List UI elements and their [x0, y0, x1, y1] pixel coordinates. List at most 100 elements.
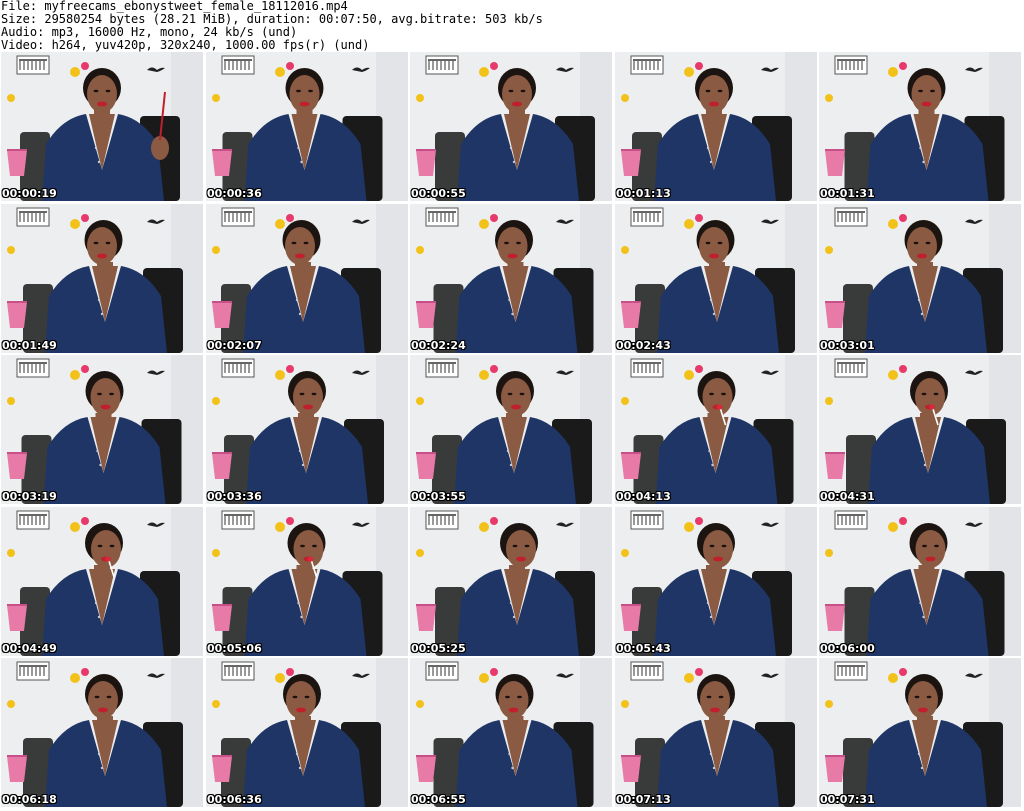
frame-timestamp: 00:06:00 — [820, 642, 875, 655]
frame-timestamp: 00:03:19 — [2, 490, 57, 503]
webcam-frame — [615, 658, 817, 807]
frame-timestamp: 00:02:43 — [616, 339, 671, 352]
pink-bin-icon — [7, 755, 27, 782]
frame-timestamp: 00:07:31 — [820, 793, 875, 806]
colosseum-sign-icon — [16, 661, 50, 681]
webcam-frame — [206, 658, 408, 807]
file-size-line: Size: 29580254 bytes (28.21 MiB), durati… — [1, 13, 543, 26]
webcam-frame — [615, 52, 817, 201]
colosseum-sign-icon — [630, 661, 664, 681]
webcam-frame — [410, 52, 612, 201]
colosseum-sign-icon — [425, 510, 459, 530]
webcam-frame — [206, 507, 408, 656]
webcam-frame — [206, 355, 408, 504]
pink-bin-icon — [825, 755, 845, 782]
frame-timestamp: 00:02:07 — [207, 339, 262, 352]
video-thumbnail: 00:06:18 — [1, 658, 203, 807]
webcam-frame — [819, 355, 1021, 504]
video-thumbnail: 00:00:36 — [206, 52, 408, 201]
video-thumbnail: 00:00:19 — [1, 52, 203, 201]
video-thumbnail: 00:07:31 — [819, 658, 1021, 807]
video-thumbnail: 00:06:36 — [206, 658, 408, 807]
webcam-frame — [410, 507, 612, 656]
audio-info-line: Audio: mp3, 16000 Hz, mono, 24 kb/s (und… — [1, 26, 298, 39]
frame-timestamp: 00:05:06 — [207, 642, 262, 655]
webcam-frame — [1, 658, 203, 807]
video-thumbnail: 00:06:55 — [410, 658, 612, 807]
frame-timestamp: 00:06:55 — [411, 793, 466, 806]
webcam-frame — [615, 204, 817, 353]
video-thumbnail: 00:03:55 — [410, 355, 612, 504]
video-thumbnail: 00:03:36 — [206, 355, 408, 504]
webcam-frame — [410, 658, 612, 807]
webcam-frame — [410, 204, 612, 353]
frame-timestamp: 00:01:49 — [2, 339, 57, 352]
video-thumbnail: 00:04:49 — [1, 507, 203, 656]
webcam-frame — [615, 355, 817, 504]
pink-bin-icon — [212, 149, 232, 176]
colosseum-sign-icon — [834, 510, 868, 530]
webcam-frame — [819, 658, 1021, 807]
frame-timestamp: 00:04:49 — [2, 642, 57, 655]
colosseum-sign-icon — [16, 207, 50, 227]
pink-bin-icon — [621, 301, 641, 328]
frame-timestamp: 00:02:24 — [411, 339, 466, 352]
video-thumbnail: 00:02:43 — [615, 204, 817, 353]
video-thumbnail: 00:02:07 — [206, 204, 408, 353]
webcam-frame — [615, 507, 817, 656]
colosseum-sign-icon — [425, 661, 459, 681]
file-info-header: File: myfreecams_ebonystweet_female_1811… — [1, 0, 1021, 52]
colosseum-sign-icon — [221, 55, 255, 75]
frame-timestamp: 00:07:13 — [616, 793, 671, 806]
video-thumbnail: 00:07:13 — [615, 658, 817, 807]
pink-bin-icon — [416, 755, 436, 782]
video-thumbnail: 00:06:00 — [819, 507, 1021, 656]
colosseum-sign-icon — [630, 55, 664, 75]
pink-bin-icon — [621, 755, 641, 782]
colosseum-sign-icon — [834, 207, 868, 227]
pink-bin-icon — [621, 604, 641, 631]
pink-bin-icon — [7, 452, 27, 479]
webcam-frame — [1, 204, 203, 353]
colosseum-sign-icon — [221, 510, 255, 530]
pink-bin-icon — [825, 301, 845, 328]
webcam-frame — [1, 52, 203, 201]
video-info-line: Video: h264, yuv420p, 320x240, 1000.00 f… — [1, 39, 370, 52]
frame-timestamp: 00:04:31 — [820, 490, 875, 503]
video-thumbnail: 00:01:31 — [819, 52, 1021, 201]
video-thumbnail: 00:00:55 — [410, 52, 612, 201]
frame-timestamp: 00:03:01 — [820, 339, 875, 352]
video-thumbnail: 00:05:43 — [615, 507, 817, 656]
frame-timestamp: 00:00:36 — [207, 187, 262, 200]
video-thumbnail: 00:02:24 — [410, 204, 612, 353]
pink-bin-icon — [7, 301, 27, 328]
colosseum-sign-icon — [425, 55, 459, 75]
video-thumbnail: 00:03:01 — [819, 204, 1021, 353]
colosseum-sign-icon — [425, 358, 459, 378]
webcam-frame — [819, 52, 1021, 201]
colosseum-sign-icon — [221, 358, 255, 378]
pink-bin-icon — [212, 452, 232, 479]
video-thumbnail: 00:04:31 — [819, 355, 1021, 504]
frame-timestamp: 00:06:18 — [2, 793, 57, 806]
colosseum-sign-icon — [834, 55, 868, 75]
frame-timestamp: 00:05:43 — [616, 642, 671, 655]
webcam-frame — [410, 355, 612, 504]
video-thumbnail: 00:04:13 — [615, 355, 817, 504]
pink-bin-icon — [416, 452, 436, 479]
pink-bin-icon — [825, 604, 845, 631]
frame-timestamp: 00:05:25 — [411, 642, 466, 655]
file-name-line: File: myfreecams_ebonystweet_female_1811… — [1, 0, 348, 13]
pink-bin-icon — [7, 604, 27, 631]
video-thumbnail: 00:05:06 — [206, 507, 408, 656]
frame-timestamp: 00:06:36 — [207, 793, 262, 806]
frame-timestamp: 00:04:13 — [616, 490, 671, 503]
colosseum-sign-icon — [834, 358, 868, 378]
colosseum-sign-icon — [425, 207, 459, 227]
webcam-frame — [206, 204, 408, 353]
webcam-frame — [1, 507, 203, 656]
colosseum-sign-icon — [834, 661, 868, 681]
webcam-frame — [1, 355, 203, 504]
colosseum-sign-icon — [221, 207, 255, 227]
webcam-frame — [819, 204, 1021, 353]
